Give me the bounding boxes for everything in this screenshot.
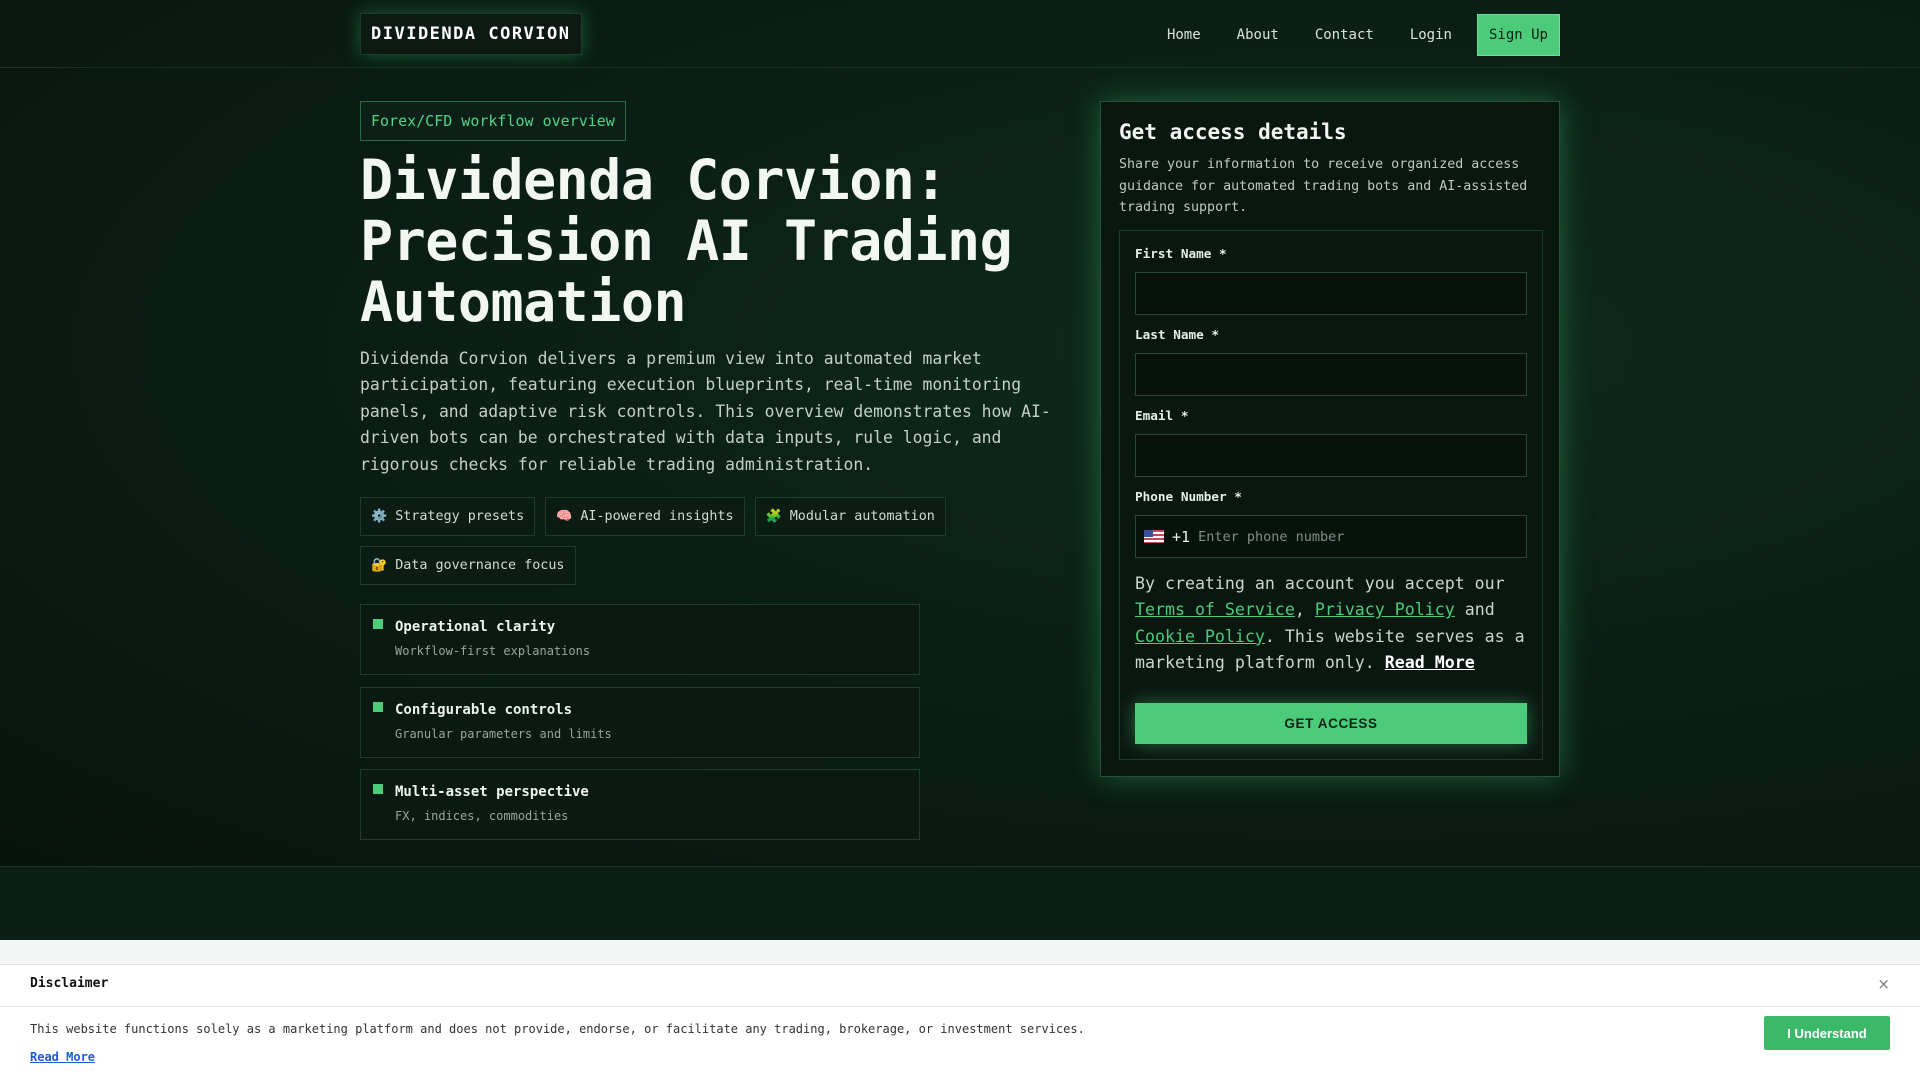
signup-form: First Name * Last Name * Email * Phone N…: [1119, 230, 1543, 760]
i-understand-button[interactable]: I Understand: [1764, 1016, 1890, 1050]
us-flag-icon[interactable]: [1144, 530, 1164, 543]
terms-prefix: By creating an account you accept our: [1135, 574, 1505, 593]
tag-strategy-presets: ⚙️ Strategy presets: [360, 497, 536, 536]
feature-title: Multi-asset perspective: [395, 784, 589, 800]
access-form-card: Get access details Share your informatio…: [1100, 101, 1560, 777]
section-band: [0, 866, 1920, 940]
form-title: Get access details: [1119, 120, 1347, 144]
nav-login[interactable]: Login: [1392, 15, 1470, 55]
section-strip: [0, 940, 1920, 964]
site-logo[interactable]: DIVIDENDA CORVION: [360, 13, 582, 55]
feature-title: Configurable controls: [395, 702, 573, 718]
cookie-link[interactable]: Cookie Policy: [1135, 627, 1265, 646]
terms-link[interactable]: Terms of Service: [1135, 600, 1295, 619]
tag-label: Data governance focus: [395, 558, 565, 573]
nav-about[interactable]: About: [1219, 15, 1297, 55]
hero-lead: Dividenda Corvion delivers a premium vie…: [360, 349, 1051, 474]
privacy-link[interactable]: Privacy Policy: [1315, 600, 1455, 619]
feature-subtitle: FX, indices, commodities: [395, 809, 569, 823]
site-header: DIVIDENDA CORVION Home About Contact Log…: [0, 0, 1920, 68]
feature-tags: ⚙️ Strategy presets 🧠 AI-powered insight…: [360, 497, 1000, 585]
puzzle-icon: 🧩: [765, 509, 782, 524]
nav-contact[interactable]: Contact: [1297, 15, 1392, 55]
page-title: Dividenda Corvion: Precision AI Trading …: [360, 150, 1080, 333]
phone-placeholder: Enter phone number: [1198, 528, 1345, 545]
feature-subtitle: Granular parameters and limits: [395, 727, 612, 741]
feature-card: Multi-asset perspective FX, indices, com…: [360, 769, 920, 840]
first-name-label: First Name *: [1135, 246, 1227, 261]
phone-label: Phone Number *: [1135, 489, 1242, 504]
main-nav: Home About Contact Login Sign Up: [1149, 14, 1560, 56]
read-more-link[interactable]: Read More: [1385, 653, 1475, 672]
tag-ai-insights: 🧠 AI-powered insights: [545, 497, 745, 536]
disclaimer-text: This website functions solely as a marke…: [30, 1022, 1085, 1036]
email-label: Email *: [1135, 408, 1189, 423]
square-bullet-icon: [373, 784, 383, 794]
tag-label: AI-powered insights: [580, 509, 734, 524]
title-line-2: Precision AI Trading: [360, 209, 1013, 273]
divider: [0, 1006, 1920, 1007]
hero-pill: Forex/CFD workflow overview: [360, 101, 626, 141]
last-name-input[interactable]: [1135, 353, 1527, 396]
tag-modular-automation: 🧩 Modular automation: [754, 497, 946, 536]
country-code[interactable]: +1: [1172, 528, 1190, 546]
gear-icon: ⚙️: [371, 509, 388, 524]
title-line-3: Automation: [360, 270, 687, 334]
nav-home[interactable]: Home: [1149, 15, 1219, 55]
form-subtitle: Share your information to receive organi…: [1119, 157, 1528, 215]
feature-subtitle: Workflow-first explanations: [395, 644, 591, 658]
terms-text: By creating an account you accept our Te…: [1135, 574, 1525, 673]
disclaimer-read-more[interactable]: Read More: [30, 1050, 95, 1064]
phone-input[interactable]: +1 Enter phone number: [1135, 515, 1527, 558]
square-bullet-icon: [373, 702, 383, 712]
get-access-button[interactable]: GET ACCESS: [1135, 703, 1527, 744]
square-bullet-icon: [373, 619, 383, 629]
first-name-input[interactable]: [1135, 272, 1527, 315]
signup-button[interactable]: Sign Up: [1476, 14, 1560, 56]
terms-and: and: [1464, 600, 1495, 620]
lock-icon: 🔐: [371, 558, 388, 573]
tag-label: Modular automation: [789, 509, 935, 524]
close-icon[interactable]: ×: [1877, 975, 1890, 993]
disclaimer-title: Disclaimer: [30, 976, 109, 991]
feature-title: Operational clarity: [395, 619, 556, 635]
tag-label: Strategy presets: [395, 509, 525, 524]
email-input[interactable]: [1135, 434, 1527, 477]
brain-icon: 🧠: [556, 509, 573, 524]
feature-card: Operational clarity Workflow-first expla…: [360, 604, 920, 675]
title-line-1: Dividenda Corvion:: [360, 148, 948, 212]
disclaimer-bar: Disclaimer × This website functions sole…: [0, 964, 1920, 1080]
last-name-label: Last Name *: [1135, 327, 1220, 342]
feature-card: Configurable controls Granular parameter…: [360, 687, 920, 758]
tag-data-governance: 🔐 Data governance focus: [360, 546, 576, 585]
